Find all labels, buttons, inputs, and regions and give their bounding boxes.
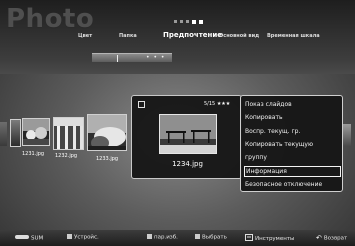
tools-hint[interactable]: Инструменты	[245, 234, 294, 242]
photo-browser-screen: Photo Цвет Папка Предпочтение Основной в…	[0, 0, 355, 246]
thumbnail-1232[interactable]	[53, 117, 84, 150]
tab-basic-view[interactable]: Основной вид	[219, 33, 259, 39]
menu-item-copy[interactable]: Копировать	[244, 112, 341, 123]
select-label: Выбрать	[202, 234, 227, 241]
tools-label: Инструменты	[255, 236, 295, 242]
thumbnail-label: 1231.jpg	[22, 151, 45, 157]
device-label: Устройс.	[74, 234, 99, 241]
thumbnail-partial-right	[343, 124, 351, 146]
menu-item-slideshow[interactable]: Показ слайдов	[244, 99, 341, 110]
sum-device-icon	[15, 235, 29, 239]
thumbnail-1233[interactable]	[87, 114, 127, 151]
thumbnail-1232-image	[54, 118, 83, 149]
sort-bar-marker	[117, 55, 118, 62]
menu-item-copy-current-group-cont[interactable]: группу	[244, 152, 341, 163]
menu-item-play-current-group[interactable]: Воспр. текущ. гр.	[244, 126, 341, 137]
selected-filename: 1234.jpg	[172, 160, 203, 168]
color-button-icon	[147, 234, 152, 239]
page-indicator	[174, 19, 203, 24]
tools-icon	[245, 234, 253, 241]
return-arrow-icon: ↶	[316, 234, 322, 242]
sort-scroll-bar[interactable]: • • •	[92, 53, 172, 62]
tab-folder[interactable]: Папка	[119, 33, 137, 39]
menu-item-information[interactable]: Информация	[244, 166, 341, 177]
photo-counter-rating: 5/15 ★★★	[204, 101, 231, 107]
menu-item-safe-remove[interactable]: Безопасное отключение	[244, 179, 341, 190]
return-label: Возврат	[323, 235, 348, 242]
select-photo-hint[interactable]: пар.изб.	[147, 234, 178, 241]
tools-context-menu: Показ слайдов Копировать Воспр. текущ. г…	[240, 95, 343, 192]
beach-photo-image	[160, 115, 216, 153]
sort-bar-indicator: • • •	[146, 54, 166, 61]
device-button[interactable]: Устройс.	[67, 234, 99, 241]
thumbnail-1231[interactable]	[22, 118, 50, 146]
select-hint[interactable]: Выбрать	[195, 234, 227, 241]
return-hint[interactable]: ↶ Возврат	[316, 234, 347, 242]
thumbnail-label: 1233.jpg	[96, 156, 119, 162]
tab-color[interactable]: Цвет	[78, 33, 92, 39]
app-title: Photo	[6, 4, 95, 34]
sum-button[interactable]: SUM	[15, 234, 43, 242]
device-square-icon	[67, 234, 72, 239]
bottom-help-bar: SUM Устройс. пар.изб. Выбрать Инструмент…	[0, 230, 355, 246]
sum-label: SUM	[31, 235, 44, 242]
thumbnail-1231-image	[23, 119, 49, 145]
tab-preference[interactable]: Предпочтение	[163, 31, 222, 39]
thumbnail-label: 1232.jpg	[55, 153, 78, 159]
menu-item-copy-current-group[interactable]: Копировать текущую	[244, 139, 341, 150]
thumbnail-1233-image	[88, 115, 126, 150]
enter-button-icon	[195, 234, 200, 239]
thumbnail-partial-left	[0, 122, 7, 146]
select-checkbox[interactable]	[138, 101, 145, 108]
tab-timeline[interactable]: Временная шкала	[267, 33, 320, 39]
thumbnail-partial[interactable]	[10, 119, 21, 147]
selected-photo-card[interactable]: 5/15 ★★★ 1234.jpg	[131, 95, 242, 179]
select-photo-label: пар.изб.	[154, 234, 178, 241]
selected-photo	[159, 114, 217, 154]
